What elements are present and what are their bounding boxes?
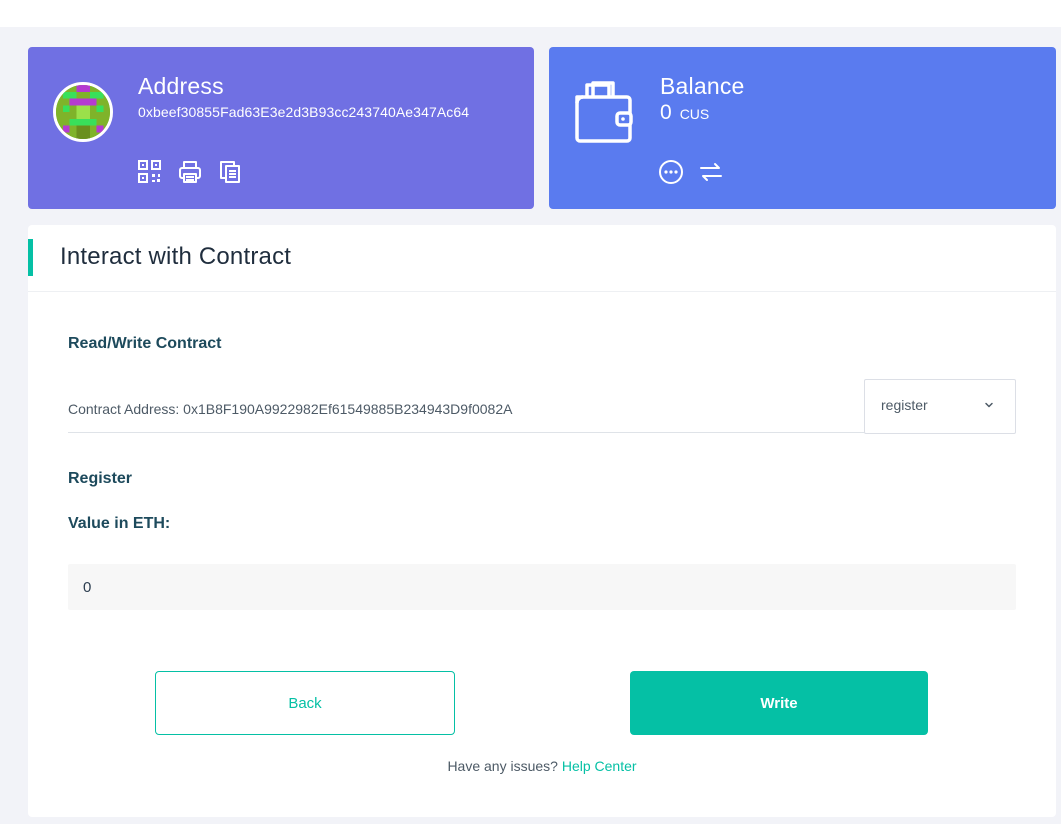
more-icon[interactable] [658,159,684,185]
panel-header: Interact with Contract [28,225,1056,292]
back-button[interactable]: Back [155,671,455,735]
balance-title: Balance [660,73,745,99]
balance-line: 0 CUS [660,101,709,125]
accent-bar [28,239,33,276]
write-button[interactable]: Write [630,671,928,735]
page-title: Interact with Contract [60,243,292,270]
contract-address-text: Contract Address: 0x1B8F190A9922982Ef615… [68,401,513,417]
read-write-label: Read/Write Contract [68,335,222,352]
print-icon[interactable] [177,159,203,185]
wallet-icon [573,79,633,143]
swap-icon[interactable] [698,159,724,185]
address-title: Address [138,73,224,99]
interact-panel: Interact with Contract Read/Write Contra… [28,225,1056,817]
help-text: Have any issues? [447,758,558,774]
help-line: Have any issues? Help Center [28,758,1056,774]
function-select[interactable]: register [864,379,1016,434]
value-input[interactable] [68,564,1016,610]
qrcode-icon[interactable] [137,159,163,185]
balance-unit: CUS [679,106,710,122]
copy-icon[interactable] [217,159,243,185]
function-name: Register [68,470,133,487]
avatar [53,82,113,142]
address-card: Address 0xbeef30855Fad63E3e2d3B93cc24374… [28,47,534,209]
top-bar [0,0,1061,27]
contract-address-field: Contract Address: 0x1B8F190A9922982Ef615… [68,379,864,433]
address-actions [137,159,243,185]
balance-actions [658,159,724,185]
value-label: Value in ETH: [68,515,171,532]
chevron-down-icon [983,398,995,410]
balance-card: Balance 0 CUS [549,47,1056,209]
function-select-value: register [881,397,928,413]
help-center-link[interactable]: Help Center [562,758,637,774]
address-value: 0xbeef30855Fad63E3e2d3B93cc243740Ae347Ac… [138,104,470,120]
balance-amount: 0 [660,101,672,124]
